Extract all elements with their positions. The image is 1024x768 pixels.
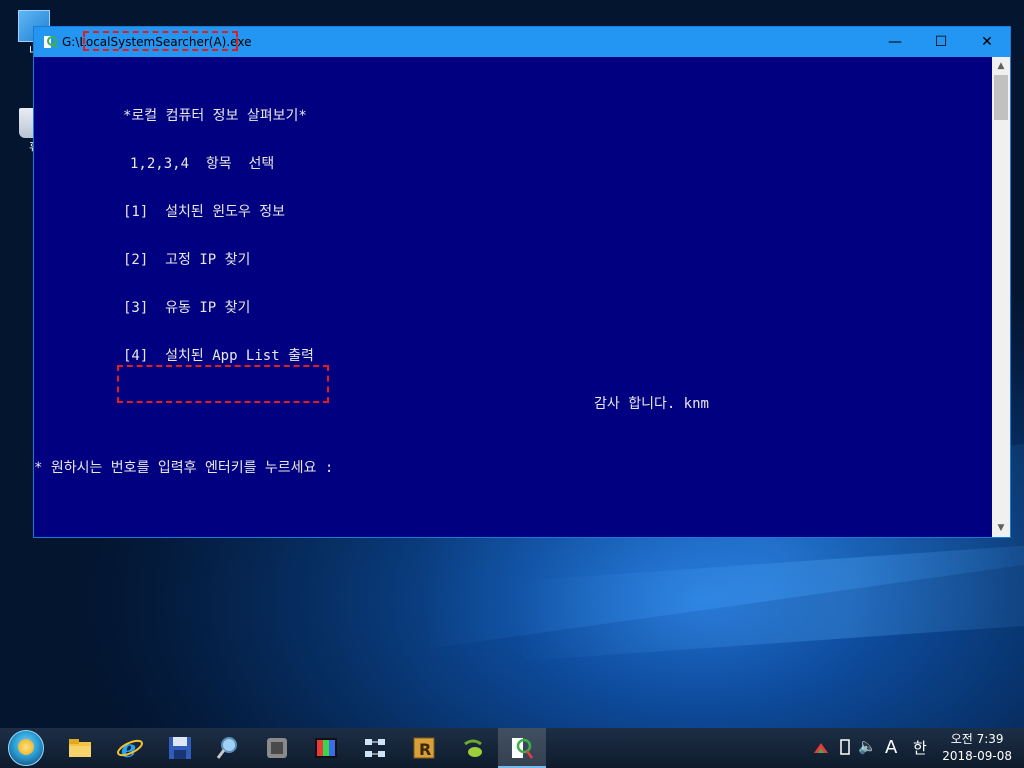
language-indicator[interactable]: A — [885, 737, 897, 758]
internet-explorer-icon[interactable]: e — [116, 734, 144, 762]
title-highlight-box — [83, 31, 238, 51]
menu-option-4: [4] 설치된 App List 출력 — [123, 348, 314, 364]
close-button[interactable]: ✕ — [964, 27, 1010, 57]
vertical-scrollbar[interactable]: ▲ ▼ — [992, 57, 1010, 537]
svg-text:e: e — [121, 734, 136, 762]
maximize-button[interactable]: ☐ — [918, 27, 964, 57]
scroll-up-arrow-icon[interactable]: ▲ — [992, 57, 1010, 75]
menu-option-2: [2] 고정 IP 찾기 — [123, 252, 251, 268]
ime-mode-indicator[interactable]: 한 — [913, 737, 927, 758]
green-leaf-app-icon[interactable] — [459, 734, 487, 762]
clock-date: 2018-09-08 — [942, 749, 1012, 763]
transformer-app-icon[interactable] — [263, 734, 291, 762]
input-prompt[interactable]: * 원하시는 번호를 입력후 엔터키를 누르세요 : — [34, 457, 333, 477]
chevron-up-tray-icon[interactable] — [812, 740, 830, 756]
title-bar[interactable]: G:\LocalSystemSearcher(A).exe — ☐ ✕ — [34, 27, 1010, 57]
floppy-save-icon[interactable] — [166, 734, 194, 762]
r-app-icon[interactable]: R — [410, 734, 438, 762]
svg-text:R: R — [419, 740, 431, 759]
file-explorer-icon[interactable] — [66, 734, 94, 762]
usb-device-icon[interactable] — [838, 738, 852, 756]
console-window[interactable]: G:\LocalSystemSearcher(A).exe — ☐ ✕ *로컬 … — [33, 26, 1011, 538]
scroll-down-arrow-icon[interactable]: ▼ — [992, 519, 1010, 537]
app-icon[interactable] — [42, 34, 58, 50]
minimize-button[interactable]: — — [872, 27, 918, 57]
console-heading: *로컬 컴퓨터 정보 살펴보기* — [123, 108, 307, 124]
menu-option-3: [3] 유동 IP 찾기 — [123, 300, 251, 316]
network-app-icon[interactable] — [361, 734, 389, 762]
clock[interactable]: 오전 7:39 2018-09-08 — [942, 731, 1012, 765]
volume-icon[interactable]: 🔈 — [858, 737, 877, 755]
start-button[interactable] — [8, 730, 44, 766]
taskbar: e R 🔈 A 한 오전 7:39 2018-09-08 — [0, 728, 1024, 768]
menu-option-1: [1] 설치된 윈도우 정보 — [123, 204, 286, 220]
option-highlight-box — [117, 365, 329, 403]
color-picker-app-icon[interactable] — [312, 734, 340, 762]
local-system-searcher-icon[interactable] — [508, 734, 536, 762]
magnifier-search-icon[interactable] — [214, 734, 242, 762]
console-choose-line: 1,2,3,4 항목 선택 — [130, 156, 275, 172]
system-tray: 🔈 A 한 오전 7:39 2018-09-08 — [800, 728, 1024, 768]
scroll-thumb[interactable] — [994, 75, 1008, 120]
clock-time: 오전 7:39 — [950, 732, 1004, 746]
console-output[interactable]: *로컬 컴퓨터 정보 살펴보기* 1,2,3,4 항목 선택 [1] 설치된 윈… — [34, 57, 993, 537]
thanks-line: 감사 합니다. knm — [594, 396, 709, 412]
